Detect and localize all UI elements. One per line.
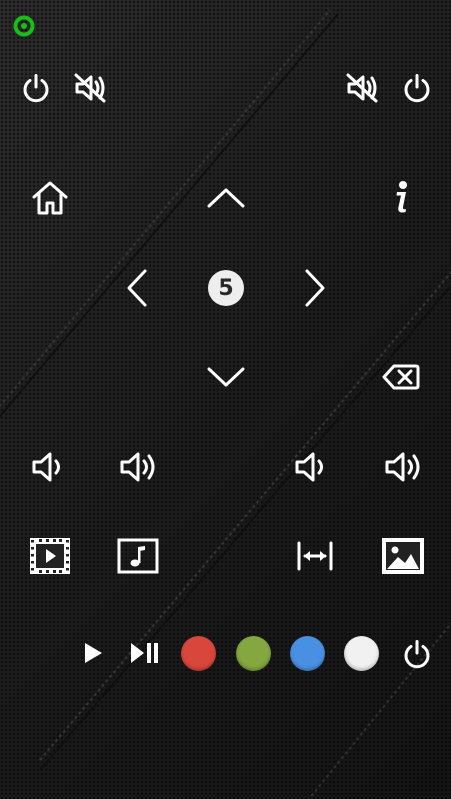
color-key-red[interactable] (181, 636, 216, 671)
power-icon (404, 640, 430, 669)
volume-high-icon (120, 452, 155, 482)
color-key-green[interactable] (236, 636, 271, 671)
info-button[interactable] (382, 176, 422, 218)
dpad-ok-button[interactable]: 5 (204, 266, 248, 310)
video-button[interactable] (26, 533, 74, 579)
chevron-down-icon (207, 367, 245, 387)
aspect-ratio-icon (297, 541, 333, 571)
info-icon (396, 181, 407, 213)
volume-up-button-right[interactable] (380, 445, 428, 489)
volume-low-icon (32, 452, 60, 482)
music-note-icon (117, 538, 159, 574)
play-pause-button[interactable] (124, 633, 166, 673)
chevron-up-icon (207, 188, 245, 208)
backspace-button[interactable] (378, 358, 424, 396)
aspect-ratio-button[interactable] (292, 536, 338, 576)
color-key-white[interactable] (344, 636, 379, 671)
home-button[interactable] (27, 175, 73, 221)
dpad-right-button[interactable] (295, 265, 335, 311)
backspace-icon (382, 364, 420, 390)
connection-status-icon (13, 15, 35, 37)
dpad-left-button[interactable] (117, 265, 157, 311)
music-button[interactable] (114, 534, 162, 578)
power-button-left[interactable] (14, 66, 58, 110)
play-pause-icon (131, 643, 158, 663)
color-key-blue[interactable] (290, 636, 325, 671)
remote-control-screen: 5 (0, 0, 451, 799)
volume-high-icon (385, 452, 420, 482)
home-icon (32, 181, 68, 215)
mute-icon (74, 73, 106, 103)
ok-badge: 5 (208, 270, 244, 306)
power-icon (23, 74, 49, 103)
mute-button-right[interactable] (340, 66, 384, 110)
power-icon (404, 74, 430, 103)
mute-button-left[interactable] (68, 66, 112, 110)
photo-button[interactable] (378, 533, 428, 579)
volume-down-button-right[interactable] (289, 445, 333, 489)
film-icon (30, 538, 70, 574)
power-button-right[interactable] (395, 66, 439, 110)
chevron-right-icon (305, 269, 325, 307)
dpad-up-button[interactable] (201, 178, 251, 218)
volume-up-button-left[interactable] (115, 445, 163, 489)
power-button-bottom[interactable] (395, 632, 439, 676)
image-icon (382, 538, 424, 574)
mute-icon (346, 73, 378, 103)
play-button[interactable] (74, 633, 112, 673)
volume-down-button-left[interactable] (26, 445, 70, 489)
chevron-left-icon (127, 269, 147, 307)
volume-low-icon (295, 452, 323, 482)
leather-seams (0, 9, 451, 799)
play-icon (85, 643, 102, 663)
dpad-down-button[interactable] (201, 357, 251, 397)
